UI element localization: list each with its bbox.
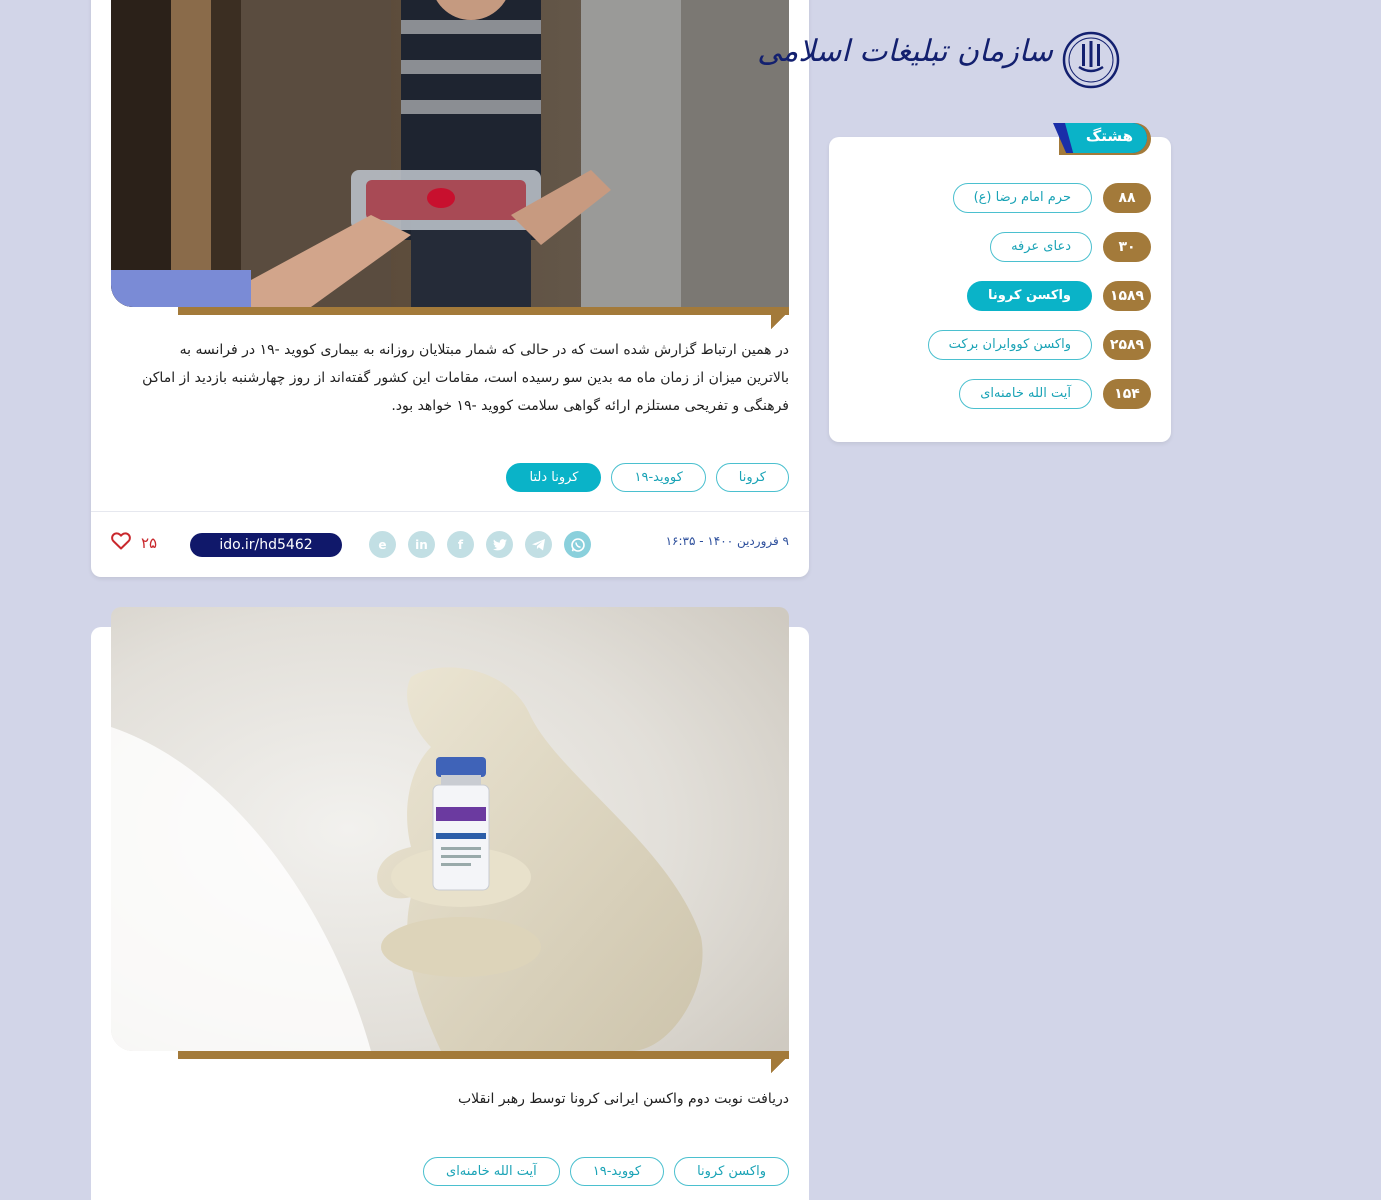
like-button[interactable]: ۲۵: [111, 532, 157, 554]
share-buttons: e in f: [369, 531, 591, 558]
post-footer: ۹ فروردین ۱۴۰۰ - ۱۶:۳۵ e in f ido.ir/hd5…: [91, 511, 809, 577]
tag-corona-delta[interactable]: کرونا دلتا: [506, 463, 602, 492]
telegram-icon[interactable]: [525, 531, 552, 558]
image-accent-strip: [178, 1051, 789, 1059]
hashtag-panel: هشتگ ۸۸ حرم امام رضا (ع) ۳۰ دعای عرفه ۱۵…: [829, 123, 1171, 442]
hashtag-count: ۸۸: [1103, 183, 1151, 213]
short-link-button[interactable]: ido.ir/hd5462: [190, 533, 342, 557]
tag-covid19[interactable]: کووید-۱۹: [611, 463, 706, 492]
vaccine-vial-photo: [111, 607, 789, 1051]
whatsapp-icon[interactable]: [564, 531, 591, 558]
hashtag-item: ۳۰ دعای عرفه: [990, 232, 1151, 262]
hashtag-link[interactable]: آیت الله خامنه‌ای: [959, 379, 1092, 409]
image-accent-corner: [771, 310, 789, 330]
hashtag-count: ۲۵۸۹: [1103, 330, 1151, 360]
hashtag-link[interactable]: واکسن کووایران برکت: [927, 330, 1092, 360]
post-image[interactable]: [111, 607, 789, 1051]
hashtag-count: ۱۵۴: [1103, 379, 1151, 409]
eitaa-icon[interactable]: e: [369, 531, 396, 558]
like-count: ۲۵: [141, 534, 158, 552]
hashtag-link[interactable]: واکسن کرونا: [966, 281, 1092, 311]
post-image[interactable]: [111, 0, 789, 307]
post-date: ۹ فروردین ۱۴۰۰ - ۱۶:۳۵: [665, 534, 789, 548]
image-accent-strip: [178, 307, 789, 315]
twitter-icon[interactable]: [486, 531, 513, 558]
hashtag-item: ۲۵۸۹ واکسن کووایران برکت: [927, 330, 1151, 360]
post-title[interactable]: دریافت نوبت دوم واکسن ایرانی کرونا توسط …: [141, 1085, 789, 1113]
hashtag-item: ۱۵۴ آیت الله خامنه‌ای: [959, 379, 1151, 409]
logo-text: سازمان تبلیغات اسلامی: [757, 34, 1054, 69]
hashtag-count: ۳۰: [1103, 232, 1151, 262]
post-summary: در همین ارتباط گزارش شده است که در حالی …: [142, 342, 789, 414]
post-tags: واکسن کرونا کووید-۱۹ آیت الله خامنه‌ای: [423, 1157, 789, 1186]
heart-icon: [111, 532, 131, 554]
facebook-icon[interactable]: f: [447, 531, 474, 558]
hashtag-link[interactable]: دعای عرفه: [990, 232, 1092, 262]
organization-emblem-icon: [1062, 31, 1120, 89]
post-card: دریافت نوبت دوم واکسن ایرانی کرونا توسط …: [91, 607, 809, 1200]
site-logo[interactable]: سازمان تبلیغات اسلامی: [757, 28, 1120, 92]
tag-corona[interactable]: کرونا: [715, 463, 789, 492]
hashtag-item: ۸۸ حرم امام رضا (ع): [952, 183, 1151, 213]
tag-covid19[interactable]: کووید-۱۹: [569, 1157, 665, 1186]
hashtag-count: ۱۵۸۹: [1103, 281, 1151, 311]
post-tags: کرونا کووید-۱۹ کرونا دلتا: [506, 463, 789, 492]
hashtag-header: هشتگ: [1053, 123, 1151, 155]
image-accent-corner: [771, 1054, 789, 1074]
tag-corona-vaccine[interactable]: واکسن کرونا: [674, 1157, 789, 1186]
hashtag-item: ۱۵۸۹ واکسن کرونا: [966, 281, 1151, 311]
post-card: در همین ارتباط گزارش شده است که در حالی …: [91, 0, 809, 577]
food-distribution-photo: [111, 0, 789, 307]
tag-ayatollah-khamenei[interactable]: آیت الله خامنه‌ای: [423, 1157, 560, 1186]
hashtag-title: هشتگ: [1085, 127, 1133, 145]
hashtag-link[interactable]: حرم امام رضا (ع): [952, 183, 1092, 213]
linkedin-icon[interactable]: in: [408, 531, 435, 558]
